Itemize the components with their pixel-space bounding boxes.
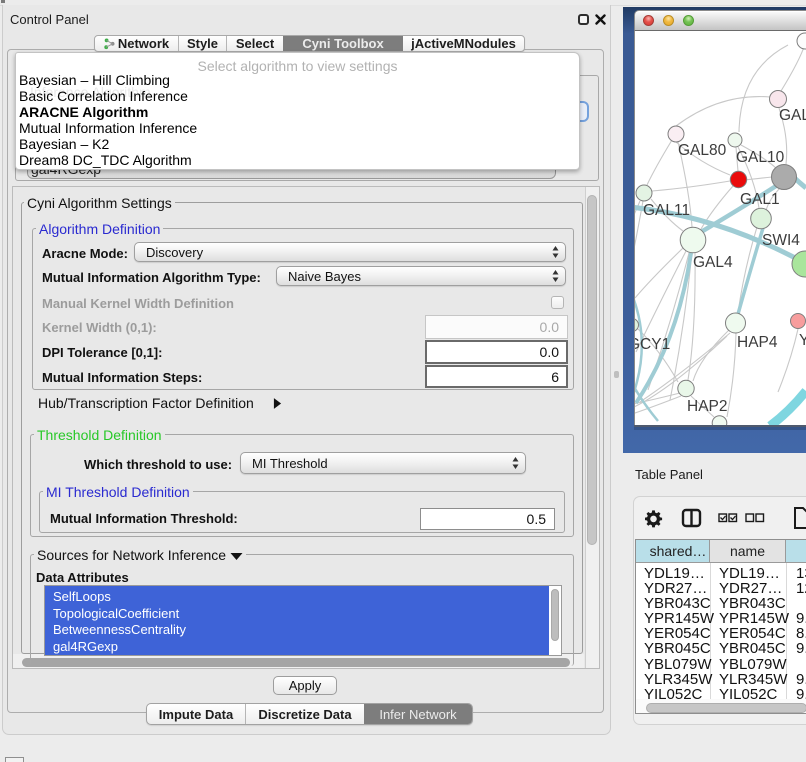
svg-text:GAL4: GAL4 [693, 254, 733, 271]
svg-text:GAL10: GAL10 [736, 149, 785, 166]
svg-text:HAP2: HAP2 [687, 398, 728, 415]
svg-text:Y: Y [799, 332, 806, 349]
svg-text:GCY1: GCY1 [635, 336, 670, 353]
svg-text:GAL80: GAL80 [678, 142, 727, 159]
svg-text:HAP4: HAP4 [737, 334, 778, 351]
svg-text:GAL1: GAL1 [740, 191, 780, 208]
svg-text:GAL11: GAL11 [643, 202, 690, 219]
svg-text:SWI4: SWI4 [762, 232, 800, 249]
svg-text:GAL7: GAL7 [779, 107, 806, 124]
